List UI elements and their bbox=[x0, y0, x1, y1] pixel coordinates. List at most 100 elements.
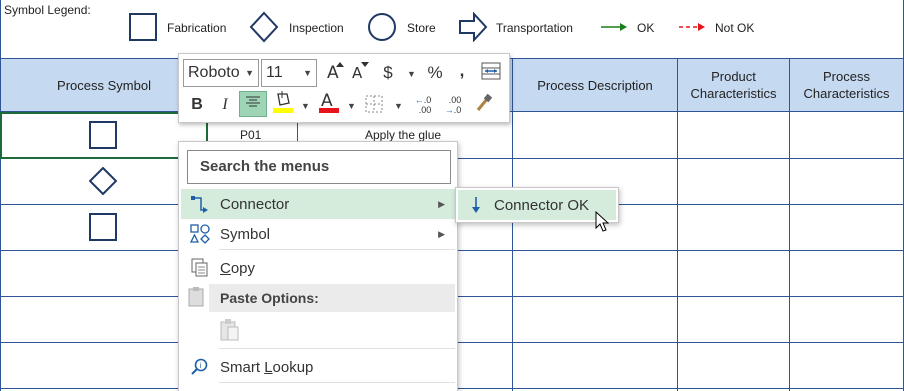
column-divider bbox=[789, 111, 790, 391]
menu-item-label: Copy bbox=[220, 259, 256, 277]
menu-item-connector[interactable]: Connector ▶ bbox=[181, 189, 457, 219]
format-painter-button[interactable] bbox=[471, 92, 495, 118]
step-cell[interactable]: P01 bbox=[240, 128, 261, 142]
chevron-down-icon[interactable]: ▼ bbox=[347, 101, 356, 111]
percent-style-button[interactable]: % bbox=[423, 60, 447, 86]
header-process-symbol[interactable]: Process Symbol bbox=[0, 58, 208, 112]
menu-item-label: Connector OK bbox=[494, 196, 590, 214]
font-size-value: 11 bbox=[266, 64, 283, 81]
header-product-characteristics[interactable]: Product Characteristics bbox=[677, 58, 790, 112]
menu-item-symbol[interactable]: Symbol ▶ bbox=[181, 219, 457, 249]
bold-button[interactable]: B bbox=[187, 92, 207, 118]
center-align-button[interactable] bbox=[239, 91, 267, 117]
chevron-down-icon: ▼ bbox=[245, 68, 254, 78]
legend-item-fabrication: Fabrication bbox=[129, 12, 226, 44]
dollar-icon: $ bbox=[383, 63, 393, 82]
chevron-down-icon[interactable]: ▼ bbox=[394, 101, 403, 111]
menu-separator bbox=[219, 382, 455, 383]
paste-options-header: Paste Options: bbox=[209, 284, 455, 312]
legend-item-inspection: Inspection bbox=[249, 11, 344, 46]
menu-separator bbox=[219, 348, 455, 349]
legend-label: OK bbox=[637, 21, 655, 35]
italic-button[interactable]: I bbox=[215, 92, 235, 118]
description-cell[interactable]: Apply the glue bbox=[365, 128, 441, 142]
legend-label: Inspection bbox=[289, 21, 344, 35]
menu-item-label: Smart Lookup bbox=[220, 358, 314, 376]
column-divider bbox=[677, 111, 678, 391]
comma-icon: , bbox=[459, 61, 465, 80]
increase-font-icon: A bbox=[325, 61, 345, 86]
legend-item-ok: OK bbox=[601, 12, 654, 44]
menu-item-smart-lookup[interactable]: i Smart Lookup bbox=[181, 352, 457, 382]
font-name-value: Roboto bbox=[188, 64, 240, 81]
font-name-select[interactable]: Roboto ▼ bbox=[183, 59, 259, 87]
header-process-characteristics[interactable]: Process Characteristics bbox=[789, 58, 904, 112]
menu-separator bbox=[219, 249, 455, 250]
legend-label: Not OK bbox=[715, 21, 755, 35]
chevron-right-icon: ▶ bbox=[438, 198, 445, 209]
legend-label: Store bbox=[407, 21, 436, 35]
font-color-icon: A bbox=[318, 90, 340, 119]
font-color-button[interactable]: A bbox=[317, 91, 341, 117]
search-menus-input[interactable]: Search the menus bbox=[187, 150, 451, 184]
bold-icon: B bbox=[191, 96, 203, 113]
font-size-select[interactable]: 11 ▼ bbox=[261, 59, 317, 87]
square-icon[interactable] bbox=[89, 213, 117, 241]
menu-item-label: Symbol bbox=[220, 225, 271, 243]
decrease-font-size-button[interactable]: A bbox=[349, 60, 371, 86]
mouse-cursor-icon bbox=[595, 210, 610, 238]
diamond-icon[interactable] bbox=[89, 167, 117, 195]
diamond-icon bbox=[249, 11, 279, 46]
legend-item-transportation: Transportation bbox=[458, 10, 573, 45]
square-icon[interactable] bbox=[89, 121, 117, 149]
increase-font-size-button[interactable]: A bbox=[324, 60, 346, 86]
align-center-icon bbox=[245, 94, 261, 114]
wrap-text-icon bbox=[481, 62, 501, 85]
legend-item-not-ok: Not OK bbox=[679, 12, 754, 44]
header-process-description[interactable]: Process Description bbox=[512, 58, 678, 112]
circle-icon bbox=[367, 12, 397, 45]
paste-icon bbox=[188, 286, 206, 313]
currency-format-button[interactable]: $ bbox=[377, 60, 399, 86]
paste-clipboard-icon[interactable] bbox=[219, 318, 241, 347]
paintbrush-icon bbox=[473, 93, 493, 118]
context-menu: Search the menus Connector ▶ Symbol ▶ Co… bbox=[178, 141, 458, 391]
legend-label: Fabrication bbox=[167, 21, 227, 35]
arrow-outline-icon bbox=[458, 10, 488, 45]
svg-text:A: A bbox=[352, 64, 363, 81]
copy-icon bbox=[181, 258, 219, 278]
decrease-decimal-icon: .00 →.0 bbox=[444, 95, 462, 115]
menu-item-label: Connector bbox=[220, 195, 290, 213]
chevron-down-icon: ▼ bbox=[303, 68, 312, 78]
arrow-down-icon bbox=[458, 196, 494, 214]
menu-item-copy[interactable]: Copy bbox=[181, 253, 457, 283]
square-icon bbox=[129, 12, 157, 44]
decrease-font-icon: A bbox=[350, 61, 370, 86]
decrease-decimal-button[interactable]: .00 →.0 bbox=[441, 92, 465, 118]
wrap-text-button[interactable] bbox=[479, 60, 503, 86]
paint-bucket-icon bbox=[272, 90, 294, 119]
comma-style-button[interactable]: , bbox=[454, 58, 470, 84]
menu-item-connector-ok[interactable]: Connector OK bbox=[458, 190, 616, 220]
search-icon: i bbox=[181, 358, 219, 376]
green-arrow-icon bbox=[601, 21, 627, 36]
chevron-down-icon[interactable]: ▼ bbox=[301, 101, 310, 111]
borders-button[interactable] bbox=[363, 93, 385, 119]
red-dashed-arrow-icon bbox=[679, 21, 705, 36]
column-divider bbox=[512, 111, 513, 391]
connector-icon bbox=[181, 195, 219, 213]
chevron-right-icon: ▶ bbox=[438, 228, 445, 239]
shapes-icon bbox=[181, 224, 219, 244]
fill-color-button[interactable] bbox=[271, 90, 295, 119]
chevron-down-icon[interactable]: ▼ bbox=[407, 69, 416, 79]
symbol-legend: Symbol Legend: Fabrication Inspection St… bbox=[0, 0, 904, 58]
percent-icon: % bbox=[427, 63, 443, 82]
borders-icon bbox=[365, 95, 383, 118]
increase-decimal-icon: ←.0.00 bbox=[414, 95, 432, 115]
increase-decimal-button[interactable]: ←.0.00 bbox=[411, 92, 435, 118]
italic-icon: I bbox=[222, 96, 228, 113]
mini-toolbar: Roboto ▼ 11 ▼ A A $ ▼ % , B I ▼ A ▼ ▼ ←.… bbox=[178, 53, 510, 123]
legend-title: Symbol Legend: bbox=[4, 3, 91, 17]
legend-label: Transportation bbox=[496, 21, 573, 35]
legend-item-store: Store bbox=[367, 12, 436, 44]
